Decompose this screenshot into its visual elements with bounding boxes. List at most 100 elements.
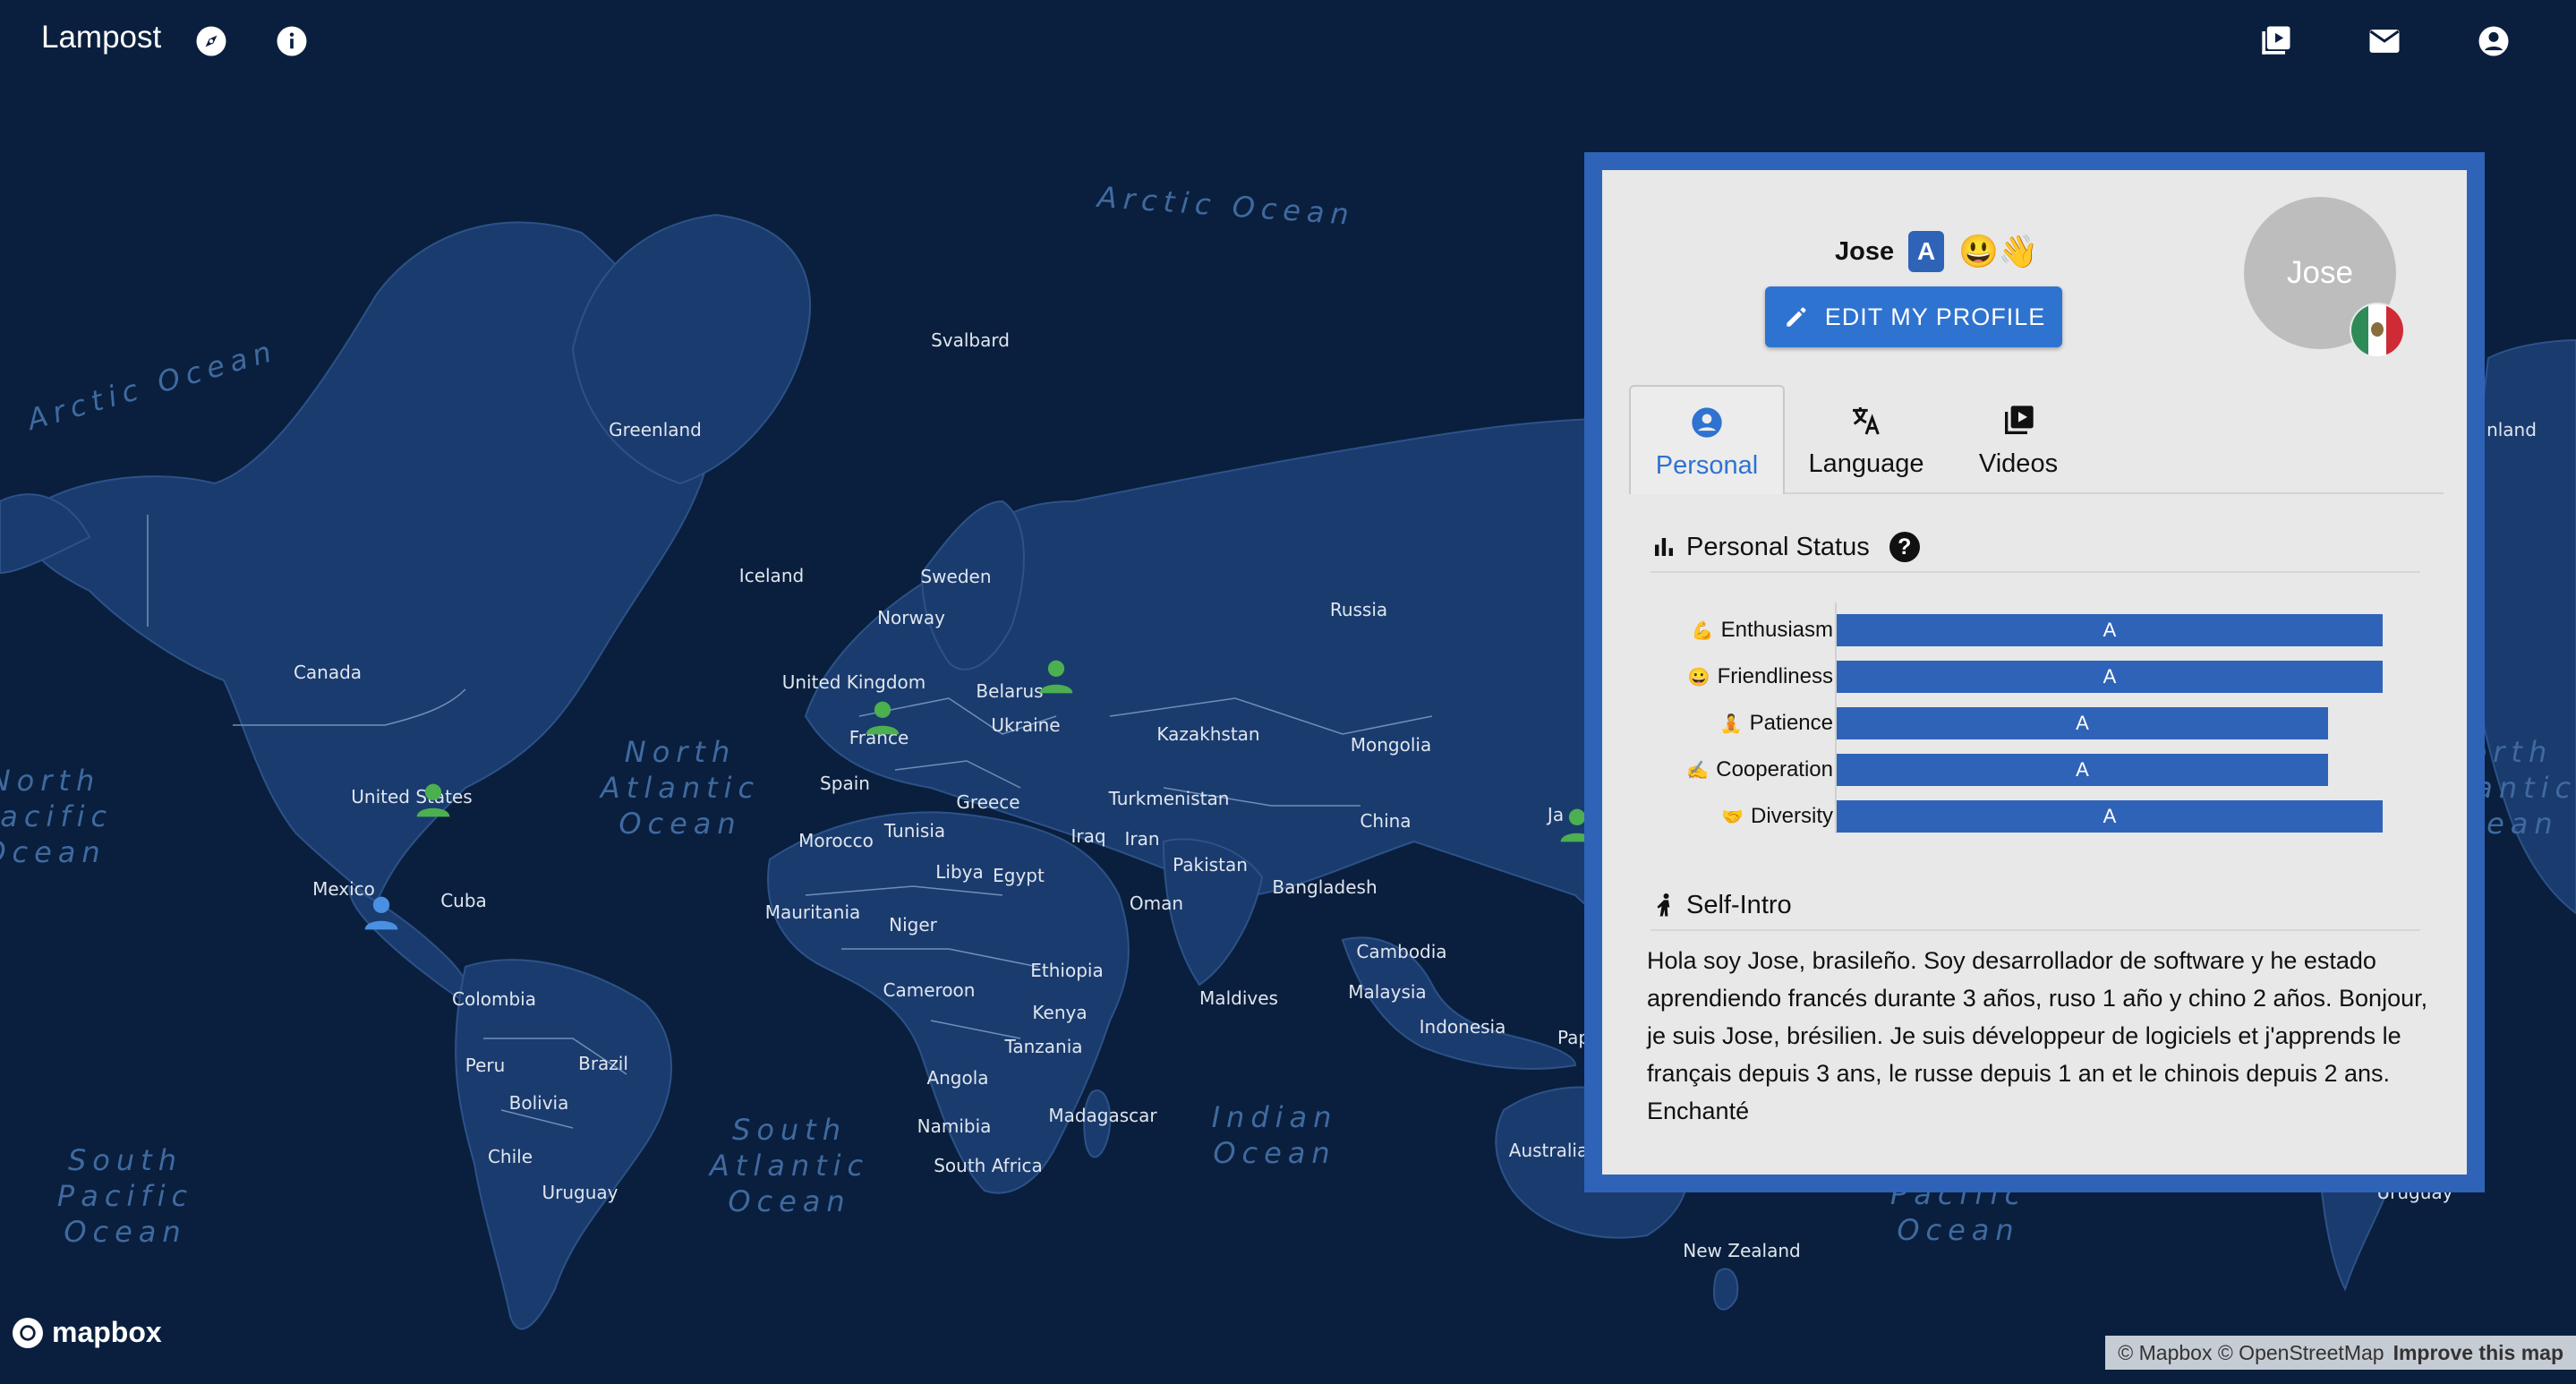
flag-red [2385,304,2403,356]
status-bar-track: A [1837,707,2383,739]
ocean-label: North Atlantic Ocean [600,735,761,841]
self-intro-heading: Self-Intro [1651,890,1792,920]
map-label-turkmenistan: Turkmenistan [1108,788,1230,809]
ocean-label: South Atlantic Ocean [709,1113,870,1218]
user-marker-icon[interactable] [362,893,401,934]
map-label-ukraine: Ukraine [991,714,1061,736]
status-emoji-icon: ✍️ [1686,760,1710,781]
map-label-norway: Norway [877,607,945,628]
map-label-cambodia: Cambodia [1356,941,1447,962]
tab-videos[interactable]: Videos [1942,385,2094,491]
map-label-kenya: Kenya [1032,1002,1088,1023]
map-label-uruguay: Uruguay [542,1182,618,1203]
help-icon[interactable]: ? [1889,532,1920,562]
map-label-spain: Spain [820,773,870,794]
status-bar-track: A [1837,661,2383,693]
ocean-label: South Pacific Ocean [56,1143,194,1249]
level-badge: A [1908,231,1945,272]
map-label-iran: Iran [1124,828,1160,850]
ocean-label: Indian Ocean [1211,1100,1338,1170]
map-label-niger: Niger [889,914,937,935]
account-circle-icon [1692,407,1722,438]
user-marker-icon[interactable] [863,697,902,739]
pencil-icon [1787,307,1806,327]
map-label-iceland: Iceland [738,565,805,586]
map-label-mongolia: Mongolia [1350,734,1432,756]
account-icon[interactable] [2474,21,2513,61]
status-bar: A [1837,707,2328,739]
status-row-patience: 🧘 Patience A [1638,707,2444,739]
mood-emoji: 😃👋 [1958,233,2039,269]
map-label-russia: Russia [1329,599,1388,620]
status-row-cooperation: ✍️ Cooperation A [1638,754,2444,786]
status-label: 🧘 Patience [1720,707,1833,739]
bar-chart-icon [1655,538,1673,556]
self-intro-title: Self-Intro [1686,890,1792,919]
user-marker-icon[interactable] [1036,656,1076,697]
status-bar: A [1837,614,2383,646]
video-library-icon[interactable] [2256,21,2295,61]
status-label: 😀 Friendliness [1688,661,1833,693]
improve-map-link[interactable]: Improve this map [2393,1341,2563,1365]
status-emoji-icon: 🤝 [1721,807,1744,827]
status-divider [1651,571,2420,573]
map-label-canada: Canada [293,662,363,683]
map-label-nland: nland [2486,419,2537,440]
status-emoji-icon: 😀 [1687,667,1710,688]
map-label-united-states: United States [351,786,473,807]
compass-icon[interactable] [192,21,231,61]
map-label-iraq: Iraq [1070,825,1106,847]
status-label-text: Friendliness [1717,664,1833,688]
map-label-australia: Australia [1508,1140,1589,1161]
map-label-oman: Oman [1129,893,1184,914]
profile-header: Jose A 😃👋 [1835,229,2039,274]
map-label-greenland: Greenland [609,419,702,440]
status-label-text: Diversity [1750,804,1833,828]
tab-language[interactable]: Language [1790,385,1942,491]
map-label-libya: Libya [935,861,984,883]
map-label-maldives: Maldives [1199,987,1278,1009]
status-label: 💪 Enthusiasm [1692,614,1833,646]
person-icon [1657,893,1670,917]
status-emoji-icon: 🧘 [1719,713,1743,734]
tab-personal[interactable]: Personal [1629,385,1785,494]
top-bar: Lampost [0,0,2576,82]
intro-divider [1651,929,2420,931]
status-row-enthusiasm: 💪 Enthusiasm A [1638,614,2444,646]
status-row-friendliness: 😀 Friendliness A [1638,661,2444,693]
map-label-colombia: Colombia [452,988,536,1010]
map-label-greece: Greece [956,791,1020,813]
status-bar-track: A [1837,754,2383,786]
mexico-flag-icon [2350,303,2405,358]
map-label-egypt: Egypt [993,865,1045,886]
user-marker-icon[interactable] [414,780,453,821]
map-attribution: © Mapbox © OpenStreetMap Improve this ma… [2105,1336,2576,1370]
status-label-text: Cooperation [1716,757,1833,782]
map-label-sweden: Sweden [920,566,992,587]
map-label-indonesia: Indonesia [1419,1016,1506,1038]
map-label-svalbard: Svalbard [931,329,1010,351]
info-icon[interactable] [272,21,311,61]
flag-emblem [2371,322,2384,337]
status-bar: A [1837,800,2383,833]
map-label-tanzania: Tanzania [1004,1036,1083,1057]
status-bar: A [1837,754,2328,786]
profile-panel-frame: Jose A 😃👋 EDIT MY PROFILE Jose Personal … [1584,152,2485,1192]
status-row-diversity: 🤝 Diversity A [1638,800,2444,833]
attribution-text[interactable]: © Mapbox © OpenStreetMap [2118,1341,2384,1365]
map-label-united-kingdom: United Kingdom [781,671,926,693]
map-label-mauritania: Mauritania [764,901,861,923]
map-label-pakistan: Pakistan [1173,854,1248,876]
tab-language-label: Language [1808,449,1924,478]
status-label: ✍️ Cooperation [1686,754,1833,786]
mapbox-mark-icon [13,1317,43,1348]
status-label-text: Patience [1749,711,1833,735]
edit-profile-button[interactable]: EDIT MY PROFILE [1765,286,2062,347]
personal-status-title: Personal Status [1686,532,1870,561]
mapbox-logo[interactable]: mapbox [13,1316,162,1349]
mail-icon[interactable] [2365,21,2404,61]
brand-title[interactable]: Lampost [41,20,161,56]
tab-videos-label: Videos [1978,449,2059,478]
map-label-malaysia: Malaysia [1348,981,1427,1003]
map-label-cuba: Cuba [440,890,487,911]
